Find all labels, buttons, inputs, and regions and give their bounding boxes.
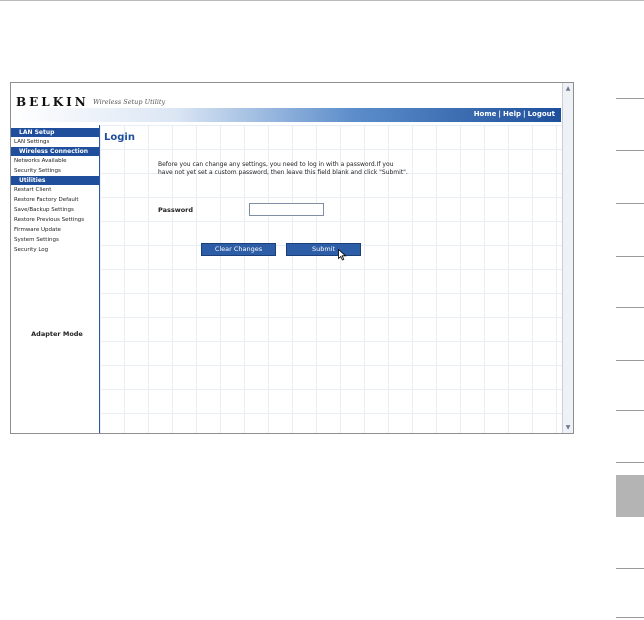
page-index-divider	[616, 307, 644, 308]
login-instructions: Before you can change any settings, you …	[158, 161, 408, 176]
page-index-divider	[616, 256, 644, 257]
password-label: Password	[158, 206, 194, 214]
sidebar: LAN Setup LAN Settings Wireless Connecti…	[11, 125, 100, 433]
page-index-divider	[616, 462, 644, 463]
page-index-divider	[616, 617, 644, 618]
scroll-down-arrow-icon[interactable]: ▼	[564, 423, 572, 432]
sidebar-item-security-log[interactable]: Security Log	[11, 245, 99, 255]
sidebar-item-security-settings[interactable]: Security Settings	[11, 166, 99, 176]
top-nav-links: Home | Help | Logout	[474, 110, 555, 118]
sidebar-item-networks-available[interactable]: Networks Available	[11, 156, 99, 166]
page-index-divider	[616, 360, 644, 361]
sidebar-item-save-backup-settings[interactable]: Save/Backup Settings	[11, 205, 99, 215]
page-index-divider	[616, 410, 644, 411]
page-index-active-tab	[616, 475, 644, 517]
help-link[interactable]: Help	[503, 110, 521, 118]
page-index-divider	[616, 150, 644, 151]
scroll-up-arrow-icon[interactable]: ▲	[564, 84, 572, 93]
page-index-divider	[616, 568, 644, 569]
sidebar-section-wireless-connection: Wireless Connection	[11, 147, 99, 156]
page-index-divider	[616, 98, 644, 99]
sidebar-item-system-settings[interactable]: System Settings	[11, 235, 99, 245]
sidebar-item-firmware-update[interactable]: Firmware Update	[11, 225, 99, 235]
page-index-divider	[616, 203, 644, 204]
home-link[interactable]: Home	[474, 110, 497, 118]
sidebar-item-lan-settings[interactable]: LAN Settings	[11, 137, 99, 147]
submit-button[interactable]: Submit	[286, 243, 361, 256]
page-title: Login	[104, 132, 135, 143]
belkin-logo: BELKIN	[16, 95, 89, 109]
vertical-scrollbar[interactable]: ▲ ▼	[562, 83, 573, 433]
header: BELKIN Wireless Setup Utility Home | Help |…	[11, 83, 573, 125]
adapter-mode-label: Adapter Mode	[31, 330, 83, 338]
sidebar-section-lan-setup: LAN Setup	[11, 128, 99, 137]
clear-changes-button[interactable]: Clear Changes	[201, 243, 276, 256]
main-content: Login Before you can change any settings…	[100, 125, 562, 433]
sidebar-item-restart-client[interactable]: Restart Client	[11, 185, 99, 195]
page-top-rule	[0, 0, 644, 1]
password-input[interactable]	[249, 203, 324, 216]
sidebar-section-utilities: Utilities	[11, 176, 99, 185]
utility-window: BELKIN Wireless Setup Utility Home | Help |…	[10, 82, 574, 434]
utility-subtitle: Wireless Setup Utility	[93, 98, 166, 106]
mouse-pointer-icon	[338, 249, 347, 261]
sidebar-item-restore-factory-default[interactable]: Restore Factory Default	[11, 195, 99, 205]
logout-link[interactable]: Logout	[528, 110, 555, 118]
sidebar-item-restore-previous-settings[interactable]: Restore Previous Settings	[11, 215, 99, 225]
